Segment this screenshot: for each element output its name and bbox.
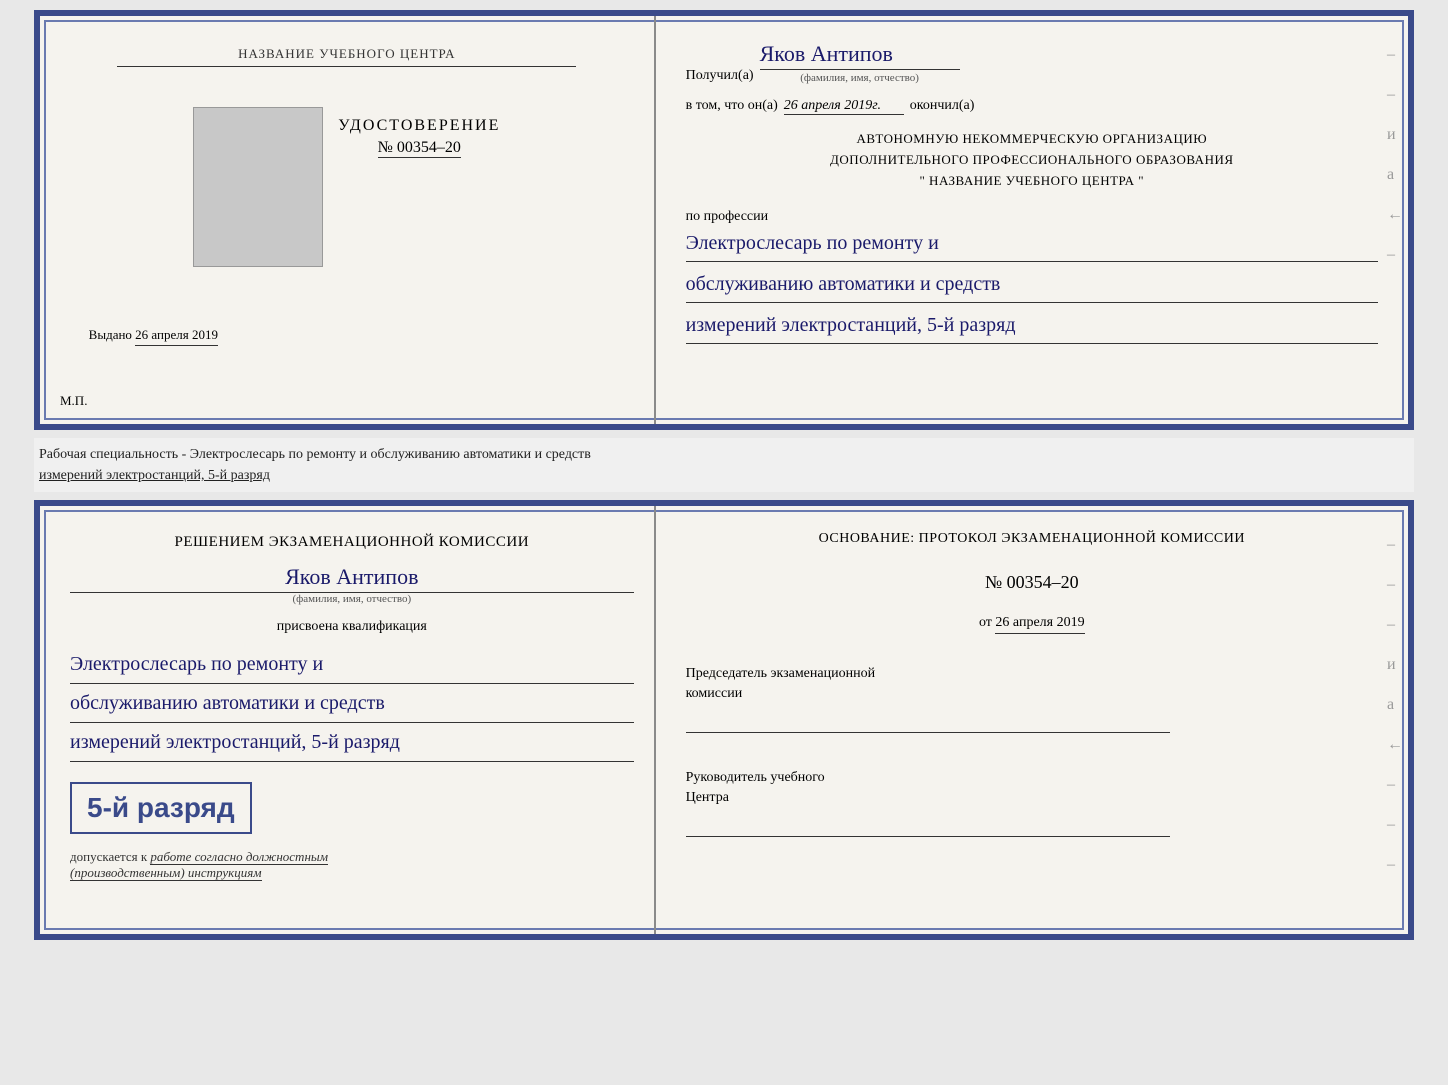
issued-date: 26 апреля 2019: [135, 327, 218, 346]
recipient-name: Яков Антипов: [760, 41, 960, 70]
info-line1: Рабочая специальность - Электрослесарь п…: [39, 444, 1409, 465]
director-title1: Руководитель учебного: [686, 770, 825, 785]
certifies-label: в том, что он(а): [686, 98, 778, 114]
chairman-title: Председатель экзаменационной комиссии: [686, 664, 1378, 703]
certificate-title-block: УДОСТОВЕРЕНИЕ № 00354–20: [338, 117, 500, 158]
deco-dash-5: ←: [1387, 206, 1403, 224]
admission-italic: работе согласно должностным: [150, 849, 328, 865]
protocol-number: № 00354–20: [686, 572, 1378, 593]
recipient-label: Получил(а): [686, 68, 754, 84]
br-deco-7: –: [1387, 776, 1403, 794]
director-signature-line: [686, 817, 1171, 837]
grade-text: 5-й разряд: [87, 792, 235, 823]
date-from-block: от 26 апреля 2019: [686, 615, 1378, 634]
certifies-line: в том, что он(а) 26 апреля 2019г. окончи…: [686, 98, 1378, 115]
mp-label: М.П.: [60, 393, 87, 409]
photo-placeholder: [193, 107, 323, 267]
profession-line2: обслуживанию автоматики и средств: [686, 266, 1378, 303]
director-title: Руководитель учебного Центра: [686, 768, 1378, 807]
qual-line2: обслуживанию автоматики и средств: [70, 684, 634, 723]
issued-date-line: Выдано 26 апреля 2019: [89, 327, 605, 346]
br-deco-5: а: [1387, 696, 1403, 714]
qualification-label: присвоена квалификация: [70, 619, 634, 635]
person-name-block: Яков Антипов (фамилия, имя, отчество): [70, 564, 634, 605]
certifies-date: 26 апреля 2019г.: [784, 98, 904, 115]
profession-line1: Электрослесарь по ремонту и: [686, 225, 1378, 262]
person-name-large: Яков Антипов: [70, 564, 634, 593]
br-deco-9: –: [1387, 856, 1403, 874]
director-title2: Центра: [686, 790, 729, 805]
fio-subtitle-top: (фамилия, имя, отчество): [760, 72, 960, 84]
br-deco-2: –: [1387, 576, 1403, 594]
bottom-left-panel: Решением экзаменационной комиссии Яков А…: [40, 506, 656, 934]
chairman-title2: комиссии: [686, 686, 743, 701]
org-quote: " НАЗВАНИЕ УЧЕБНОГО ЦЕНТРА ": [686, 171, 1378, 192]
qual-line1: Электрослесарь по ремонту и: [70, 645, 634, 684]
issued-label: Выдано: [89, 327, 132, 342]
document-container: НАЗВАНИЕ УЧЕБНОГО ЦЕНТРА УДОСТОВЕРЕНИЕ №…: [34, 10, 1414, 940]
date-from-label: от: [979, 615, 992, 630]
br-deco-4: и: [1387, 656, 1403, 674]
grade-badge: 5-й разряд: [70, 782, 252, 834]
br-deco-1: –: [1387, 536, 1403, 554]
profession-line3: измерений электростанций, 5-й разряд: [686, 307, 1378, 344]
qual-line3: измерений электростанций, 5-й разряд: [70, 723, 634, 762]
certificate-number: № 00354–20: [378, 139, 461, 158]
admission-prefix: допускается к: [70, 849, 147, 864]
director-block: Руководитель учебного Центра: [686, 768, 1378, 837]
br-deco-3: –: [1387, 616, 1403, 634]
recipient-line: Получил(а) Яков Антипов (фамилия, имя, о…: [686, 41, 1378, 84]
profession-text: Электрослесарь по ремонту и обслуживанию…: [686, 225, 1378, 344]
br-deco-6: ←: [1387, 736, 1403, 754]
chairman-signature-line: [686, 713, 1171, 733]
br-deco-8: –: [1387, 816, 1403, 834]
grade-section: 5-й разряд: [70, 772, 634, 839]
bottom-right-decorative-markers: – – – и а ← – – –: [1387, 536, 1403, 874]
bottom-right-panel: Основание: протокол экзаменационной коми…: [656, 506, 1408, 934]
org-block: АВТОНОМНУЮ НЕКОММЕРЧЕСКУЮ ОРГАНИЗАЦИЮ ДО…: [686, 129, 1378, 191]
profession-label: по профессии: [686, 209, 1378, 225]
basis-label: Основание: протокол экзаменационной коми…: [686, 531, 1378, 547]
top-document: НАЗВАНИЕ УЧЕБНОГО ЦЕНТРА УДОСТОВЕРЕНИЕ №…: [34, 10, 1414, 430]
fio-subtitle-bottom: (фамилия, имя, отчество): [70, 593, 634, 605]
bottom-document: Решением экзаменационной комиссии Яков А…: [34, 500, 1414, 940]
chairman-block: Председатель экзаменационной комиссии: [686, 664, 1378, 733]
deco-dash-4: а: [1387, 166, 1403, 184]
admission-text: допускается к работе согласно должностны…: [70, 849, 634, 881]
date-from-value: 26 апреля 2019: [995, 615, 1084, 634]
info-line2: измерений электростанций, 5-й разряд: [39, 465, 1409, 486]
deco-dash-6: –: [1387, 246, 1403, 264]
right-decorative-markers: – – и а ← –: [1387, 46, 1403, 264]
top-left-panel: НАЗВАНИЕ УЧЕБНОГО ЦЕНТРА УДОСТОВЕРЕНИЕ №…: [40, 16, 656, 424]
org-name-header: НАЗВАНИЕ УЧЕБНОГО ЦЕНТРА: [117, 46, 576, 67]
deco-dash-1: –: [1387, 46, 1403, 64]
chairman-title1: Председатель экзаменационной: [686, 666, 875, 681]
finished-label: окончил(а): [910, 98, 975, 114]
certificate-word: УДОСТОВЕРЕНИЕ: [338, 117, 500, 135]
org-line2: ДОПОЛНИТЕЛЬНОГО ПРОФЕССИОНАЛЬНОГО ОБРАЗО…: [686, 150, 1378, 171]
deco-dash-3: и: [1387, 126, 1403, 144]
deco-dash-2: –: [1387, 86, 1403, 104]
top-right-panel: Получил(а) Яков Антипов (фамилия, имя, о…: [656, 16, 1408, 424]
qualification-text: Электрослесарь по ремонту и обслуживанию…: [70, 645, 634, 762]
profession-section: по профессии Электрослесарь по ремонту и…: [686, 205, 1378, 348]
commission-decision: Решением экзаменационной комиссии: [70, 531, 634, 554]
info-strip: Рабочая специальность - Электрослесарь п…: [34, 438, 1414, 492]
admission-italic2: (производственным) инструкциям: [70, 865, 262, 881]
org-line1: АВТОНОМНУЮ НЕКОММЕРЧЕСКУЮ ОРГАНИЗАЦИЮ: [686, 129, 1378, 150]
